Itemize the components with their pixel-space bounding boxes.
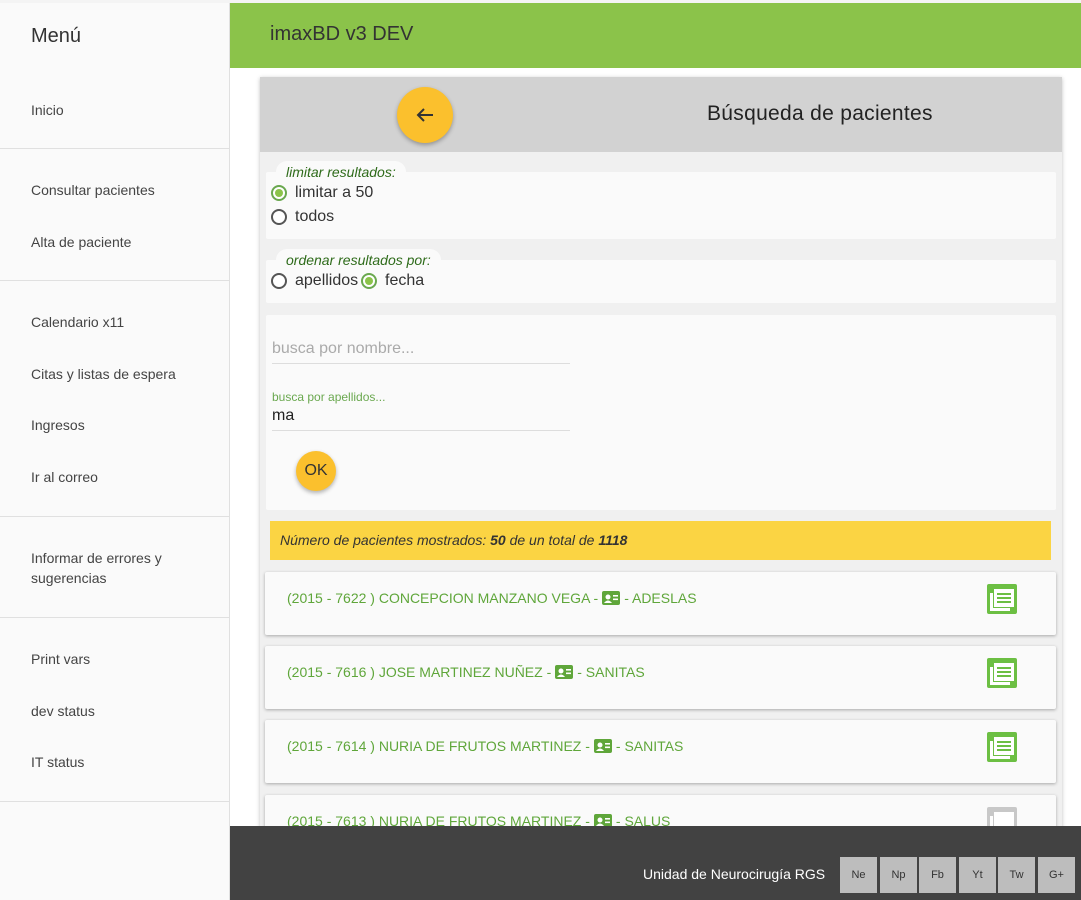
contact-card-icon xyxy=(602,591,621,605)
radio-fecha[interactable]: fecha xyxy=(361,272,424,290)
radio-limit-50[interactable]: limitar a 50 xyxy=(271,184,373,202)
surname-field[interactable]: ma xyxy=(272,404,570,431)
radio-unchecked-icon xyxy=(271,209,287,225)
radio-checked-icon xyxy=(271,185,287,201)
radio-apellidos[interactable]: apellidos xyxy=(271,272,358,290)
document-icon[interactable] xyxy=(985,730,1019,764)
patient-insurer: - SANITAS xyxy=(615,738,684,754)
sidebar-item-informar-errores[interactable]: Informar de errores y sugerencias xyxy=(31,548,162,588)
sidebar-item-label: sugerencias xyxy=(31,570,107,586)
social-fb-button[interactable]: Fb xyxy=(919,857,956,893)
radio-checked-icon xyxy=(361,273,377,289)
count-prefix: Número de pacientes mostrados: xyxy=(280,532,491,548)
sidebar-item-consultar-pacientes[interactable]: Consultar pacientes xyxy=(31,180,155,200)
radio-label: fecha xyxy=(385,272,425,289)
radio-unchecked-icon xyxy=(271,273,287,289)
name-search-input[interactable] xyxy=(272,335,570,363)
menu-title: Menú xyxy=(31,25,82,47)
page-title: Búsqueda de pacientes xyxy=(707,102,933,125)
ok-button[interactable]: OK xyxy=(296,451,336,491)
sidebar-divider xyxy=(0,617,230,618)
patient-insurer: - ADESLAS xyxy=(624,590,697,606)
radio-label: todos xyxy=(295,208,335,225)
sidebar-divider xyxy=(0,516,230,517)
patient-id-name: (2015 - 7622 ) CONCEPCION MANZANO VEGA - xyxy=(287,590,599,606)
surname-label: busca por apellidos... xyxy=(272,390,386,404)
social-yt-button[interactable]: Yt xyxy=(959,857,996,893)
patient-id-name: (2015 - 7614 ) NURIA DE FRUTOS MARTINEZ … xyxy=(287,738,590,754)
patient-row[interactable]: (2015 - 7616 ) JOSE MARTINEZ NUÑEZ - - S… xyxy=(265,646,1056,709)
sidebar-item-alta-paciente[interactable]: Alta de paciente xyxy=(31,232,131,252)
patient-text: (2015 - 7622 ) CONCEPCION MANZANO VEGA -… xyxy=(287,590,697,606)
radio-label: apellidos xyxy=(295,272,359,289)
social-ne-button[interactable]: Ne xyxy=(840,857,877,893)
patient-row[interactable]: (2015 - 7614 ) NURIA DE FRUTOS MARTINEZ … xyxy=(265,720,1056,783)
count-total: 1118 xyxy=(598,532,628,548)
patient-text: (2015 - 7614 ) NURIA DE FRUTOS MARTINEZ … xyxy=(287,738,683,754)
sidebar-item-correo[interactable]: Ir al correo xyxy=(31,467,98,487)
limit-legend: limitar resultados: xyxy=(276,161,406,183)
sidebar-item-inicio[interactable]: Inicio xyxy=(31,100,64,120)
patient-row[interactable]: (2015 - 7622 ) CONCEPCION MANZANO VEGA -… xyxy=(265,572,1056,635)
name-field xyxy=(272,335,570,364)
sidebar-divider xyxy=(0,801,230,802)
social-gplus-button[interactable]: G+ xyxy=(1038,857,1075,893)
sidebar-item-calendario[interactable]: Calendario x11 xyxy=(31,312,124,332)
radio-todos[interactable]: todos xyxy=(271,208,334,226)
sidebar: Menú Inicio Consultar pacientes Alta de … xyxy=(0,3,230,900)
radio-label: limitar a 50 xyxy=(295,184,374,201)
count-shown: 50 xyxy=(490,532,506,548)
order-legend: ordenar resultados por: xyxy=(276,249,441,271)
sidebar-item-label: Informar de errores y xyxy=(31,550,162,566)
sidebar-item-citas[interactable]: Citas y listas de espera xyxy=(31,364,176,384)
sidebar-item-dev-status[interactable]: dev status xyxy=(31,701,95,721)
count-middle: de un total de xyxy=(505,532,599,548)
surname-search-input[interactable]: ma xyxy=(272,404,570,430)
sidebar-item-it-status[interactable]: IT status xyxy=(31,752,84,772)
social-np-button[interactable]: Np xyxy=(880,857,917,893)
back-button[interactable] xyxy=(397,87,453,143)
card-header: Búsqueda de pacientes xyxy=(260,77,1062,152)
app-header: imaxBD v3 DEV xyxy=(230,3,1081,68)
result-count-bar: Número de pacientes mostrados: 50 de un … xyxy=(270,521,1051,560)
contact-card-icon xyxy=(593,739,612,753)
footer: Unidad de Neurocirugía RGS Ne Np Fb Yt T… xyxy=(230,826,1081,900)
patient-insurer: - SANITAS xyxy=(577,664,645,680)
search-card: Búsqueda de pacientes limitar a 50 todos… xyxy=(260,77,1062,858)
sidebar-item-print-vars[interactable]: Print vars xyxy=(31,649,90,669)
search-fields-panel: busca por apellidos... ma OK xyxy=(266,315,1056,510)
contact-card-icon xyxy=(555,665,574,679)
document-icon[interactable] xyxy=(985,582,1019,616)
sidebar-divider xyxy=(0,148,230,149)
patient-id-name: (2015 - 7616 ) JOSE MARTINEZ NUÑEZ - xyxy=(287,664,552,680)
social-tw-button[interactable]: Tw xyxy=(998,857,1035,893)
app-title: imaxBD v3 DEV xyxy=(270,23,414,45)
sidebar-item-ingresos[interactable]: Ingresos xyxy=(31,415,85,435)
document-icon[interactable] xyxy=(985,656,1019,690)
sidebar-divider xyxy=(0,280,230,281)
patient-text: (2015 - 7616 ) JOSE MARTINEZ NUÑEZ - - S… xyxy=(287,664,645,680)
arrow-left-icon xyxy=(416,108,433,122)
footer-org: Unidad de Neurocirugía RGS xyxy=(643,866,826,882)
